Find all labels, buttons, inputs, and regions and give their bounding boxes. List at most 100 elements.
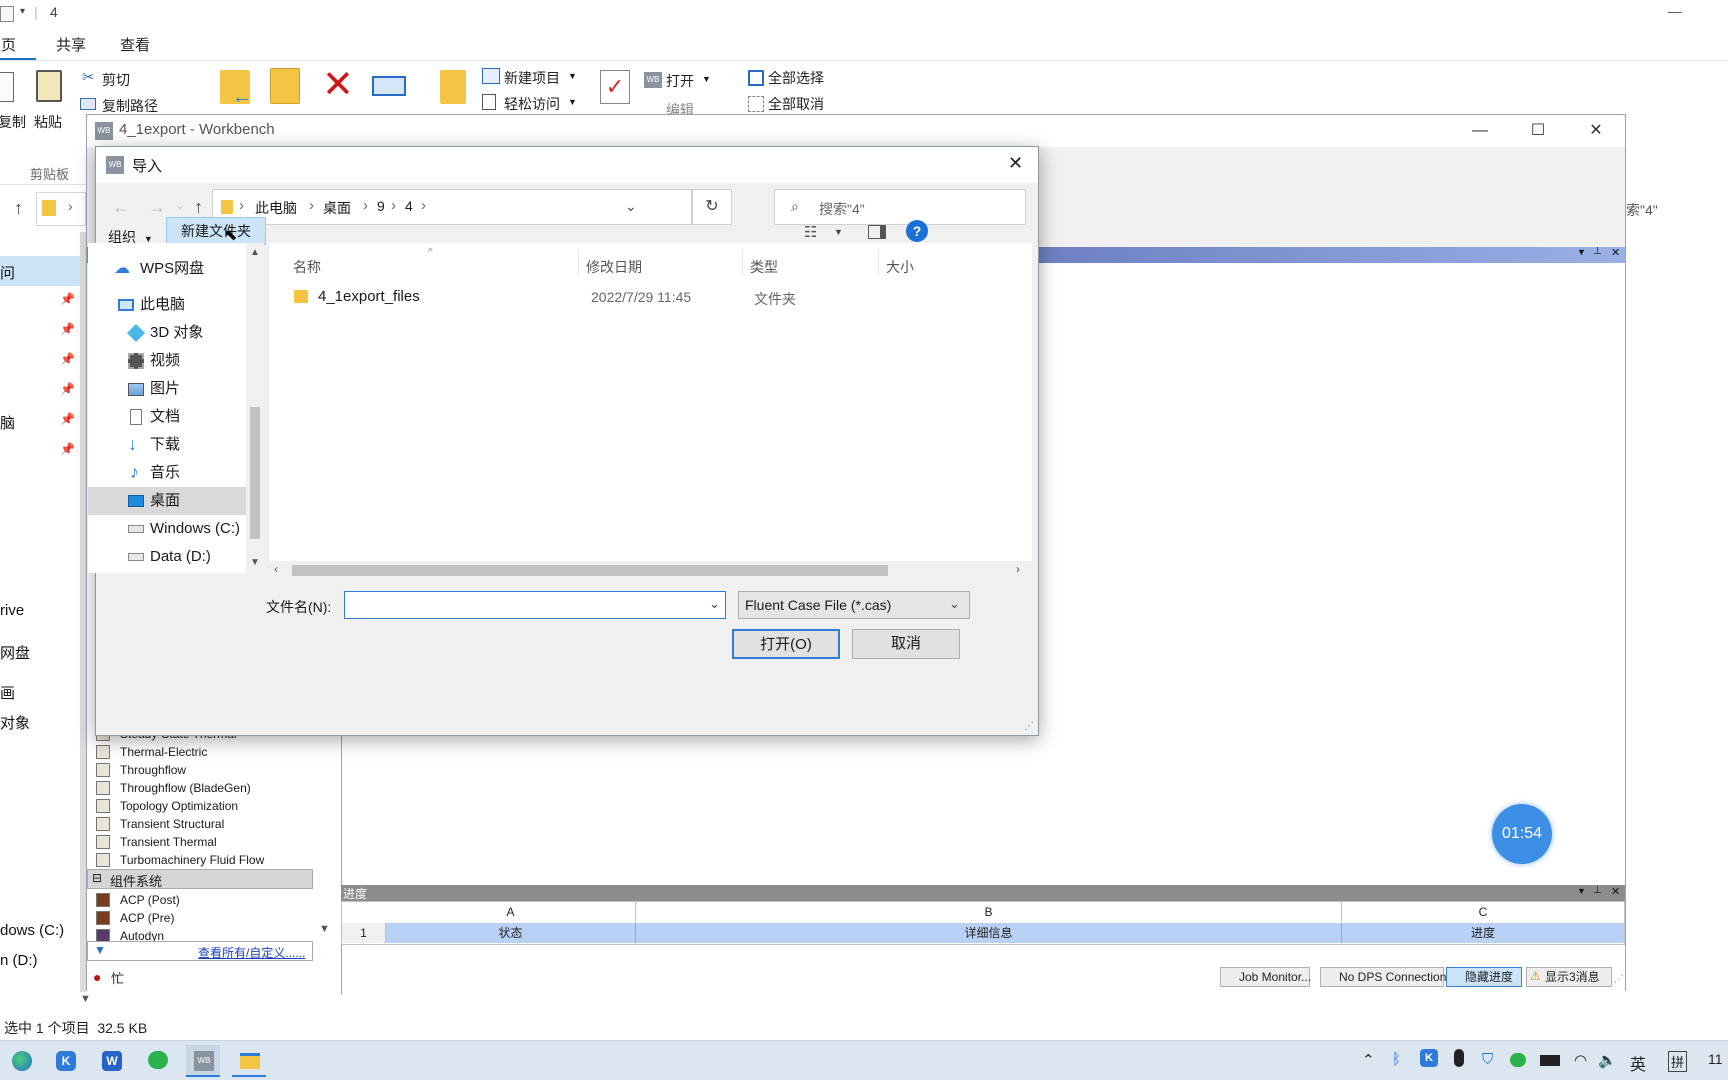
breadcrumb-this-pc[interactable]: 此电脑 — [255, 198, 297, 218]
kuaikan-tray-icon[interactable]: K — [1420, 1049, 1438, 1067]
navigation-scrollbar[interactable]: ▲ ▼ — [246, 243, 264, 573]
nav-item-wps-cloud[interactable]: ☁ WPS网盘 — [88, 255, 262, 283]
quick-access-dropdown-icon[interactable]: ▾ — [20, 6, 25, 17]
shield-icon[interactable]: ⛉ — [1482, 1051, 1493, 1068]
dialog-close-icon[interactable]: ✕ — [1008, 153, 1023, 174]
ribbon-cut[interactable]: 剪切 — [102, 70, 130, 90]
ribbon-select-none[interactable]: 全部取消 — [768, 94, 824, 114]
open-button[interactable]: 打开(O) — [732, 629, 840, 659]
help-icon[interactable]: ? — [906, 220, 928, 242]
language-indicator[interactable]: 英 — [1630, 1051, 1646, 1075]
breadcrumb-4[interactable]: 4 — [405, 198, 413, 214]
toolbox-item[interactable]: Topology Optimization — [87, 797, 317, 815]
explorer-nav-item[interactable]: rive — [0, 602, 24, 619]
explorer-nav-item[interactable]: n (D:) — [0, 952, 38, 969]
toolbox-item[interactable]: Thermal-Electric — [87, 743, 317, 761]
toolbox-item[interactable]: ACP (Post) — [87, 891, 317, 909]
breadcrumb-desktop[interactable]: 桌面 — [323, 198, 351, 218]
nav-item-this-pc[interactable]: 此电脑 — [88, 291, 262, 319]
ribbon-select-all[interactable]: 全部选择 — [768, 68, 824, 88]
ribbon-copy-label[interactable]: 复制 — [0, 112, 26, 132]
job-monitor-button[interactable]: Job Monitor... — [1220, 967, 1311, 987]
explorer-tab-view[interactable]: 查看 — [120, 34, 150, 55]
wechat-tray-icon[interactable] — [1510, 1053, 1526, 1067]
refresh-button[interactable]: ↻ — [692, 189, 732, 225]
nav-item-videos[interactable]: 视频 — [88, 347, 262, 375]
filename-dropdown-icon[interactable]: ⌄ — [709, 596, 720, 612]
view-all-link[interactable]: 查看所有/自定义...... — [198, 944, 305, 961]
component-systems-header[interactable]: ⊟ 组件系统 — [87, 869, 313, 889]
kuaikan-app-icon[interactable]: K — [48, 1045, 82, 1077]
nav-item-windows-c[interactable]: Windows (C:) — [88, 515, 262, 543]
timer-bubble[interactable]: 01:54 — [1492, 804, 1552, 864]
file-list-hscrollbar[interactable]: ‹ › — [268, 561, 1032, 579]
tray-expand-icon[interactable]: ⌃ — [1362, 1051, 1375, 1069]
filename-input[interactable] — [347, 594, 697, 616]
file-row[interactable]: 4_1export_files 2022/7/29 11:45 文件夹 — [284, 283, 944, 311]
column-size-header[interactable]: 大小 — [886, 257, 914, 277]
clock[interactable]: 11 — [1708, 1051, 1723, 1067]
search-box[interactable]: ⌕ 搜索"4" — [774, 189, 1026, 225]
nav-item-3d-objects[interactable]: 3D 对象 — [88, 319, 262, 347]
toolbox-item[interactable]: Transient Thermal — [87, 833, 317, 851]
back-icon[interactable]: ← — [112, 197, 130, 218]
explorer-up-icon[interactable]: ↑ — [14, 198, 23, 219]
progress-close-icon[interactable]: ✕ — [1611, 885, 1620, 898]
ime-indicator[interactable]: 拼 — [1668, 1051, 1688, 1072]
nav-item-documents[interactable]: 文档 — [88, 403, 262, 431]
hscroll-thumb[interactable] — [292, 565, 888, 576]
hide-progress-button[interactable]: 隐藏进度 — [1446, 967, 1522, 987]
new-folder-button[interactable]: 新建文件夹 — [166, 217, 266, 245]
toolbox-item[interactable]: ACP (Pre) — [87, 909, 317, 927]
rename-icon[interactable] — [372, 76, 406, 96]
bluetooth-icon[interactable]: ᛒ — [1392, 1051, 1401, 1068]
nav-item-downloads[interactable]: ↓ 下载 — [88, 431, 262, 459]
explorer-nav-item[interactable]: 对象 — [0, 712, 30, 733]
preview-pane-icon[interactable] — [868, 225, 886, 239]
workbench-close-icon[interactable]: ✕ — [1567, 115, 1625, 147]
explorer-search-text[interactable]: 索"4" — [1626, 200, 1658, 220]
pane-close-icon[interactable]: ✕ — [1611, 246, 1620, 259]
view-mode-icon[interactable]: ☷ — [804, 223, 817, 241]
workbench-minimize-icon[interactable]: — — [1451, 115, 1509, 147]
resize-grip-icon[interactable]: ⋰ — [1614, 974, 1624, 985]
toolbox-item[interactable]: Throughflow — [87, 761, 317, 779]
edge-icon[interactable] — [4, 1045, 38, 1077]
microphone-icon[interactable] — [1454, 1049, 1464, 1067]
toolbox-item[interactable]: Throughflow (BladeGen) — [87, 779, 317, 797]
explorer-tab-share[interactable]: 共享 — [56, 34, 86, 55]
workbench-maximize-icon[interactable]: ☐ — [1509, 115, 1567, 147]
column-date-header[interactable]: 修改日期 — [586, 257, 642, 277]
hscroll-left-icon[interactable]: ‹ — [274, 562, 278, 576]
ribbon-new-item[interactable]: 新建项目 — [504, 68, 560, 88]
explorer-nav-item[interactable]: 画 — [0, 682, 15, 703]
view-mode-dropdown-icon[interactable]: ▼ — [834, 227, 843, 237]
address-dropdown-icon[interactable]: ⌄ — [625, 198, 637, 215]
file-type-select[interactable]: Fluent Case File (*.cas) ⌄ — [738, 591, 970, 619]
pane-dropdown-icon[interactable]: ▼ — [1577, 247, 1586, 257]
nav-scroll-up-icon[interactable]: ▲ — [250, 247, 260, 258]
hscroll-right-icon[interactable]: › — [1016, 562, 1020, 576]
breadcrumb-9[interactable]: 9 — [377, 198, 385, 214]
column-name-header[interactable]: 名称 — [293, 257, 321, 277]
dialog-resize-grip-icon[interactable]: ⋰ — [1024, 721, 1034, 732]
toolbox-item[interactable]: Autodyn — [87, 927, 317, 941]
nav-item-pictures[interactable]: 图片 — [88, 375, 262, 403]
explorer-nav-item[interactable]: dows (C:) — [0, 922, 64, 939]
nav-item-desktop[interactable]: 桌面 — [88, 487, 256, 515]
address-bar[interactable]: › 此电脑 › 桌面 › 9 › 4 › ⌄ — [212, 189, 692, 225]
workbench-taskbar-icon[interactable]: WB — [186, 1045, 220, 1077]
column-type-header[interactable]: 类型 — [750, 257, 778, 277]
explorer-nav-item[interactable]: 问 — [0, 262, 15, 283]
toolbox-scroll-down-icon[interactable]: ▼ — [319, 923, 330, 935]
ribbon-copy-path[interactable]: 复制路径 — [102, 96, 158, 116]
properties-check-icon[interactable]: ✓ — [600, 70, 630, 104]
explorer-tab-home[interactable]: 主页 — [0, 34, 16, 55]
ribbon-easy-access[interactable]: 轻松访问 — [504, 94, 560, 114]
filename-combo[interactable]: ⌄ — [344, 591, 726, 619]
toolbox-item[interactable]: Turbomachinery Fluid Flow — [87, 851, 317, 869]
copy-to-icon[interactable] — [270, 68, 300, 104]
volume-icon[interactable]: 🔈 — [1598, 1051, 1617, 1069]
delete-icon[interactable]: ✕ — [322, 66, 354, 104]
battery-icon[interactable] — [1540, 1055, 1560, 1066]
